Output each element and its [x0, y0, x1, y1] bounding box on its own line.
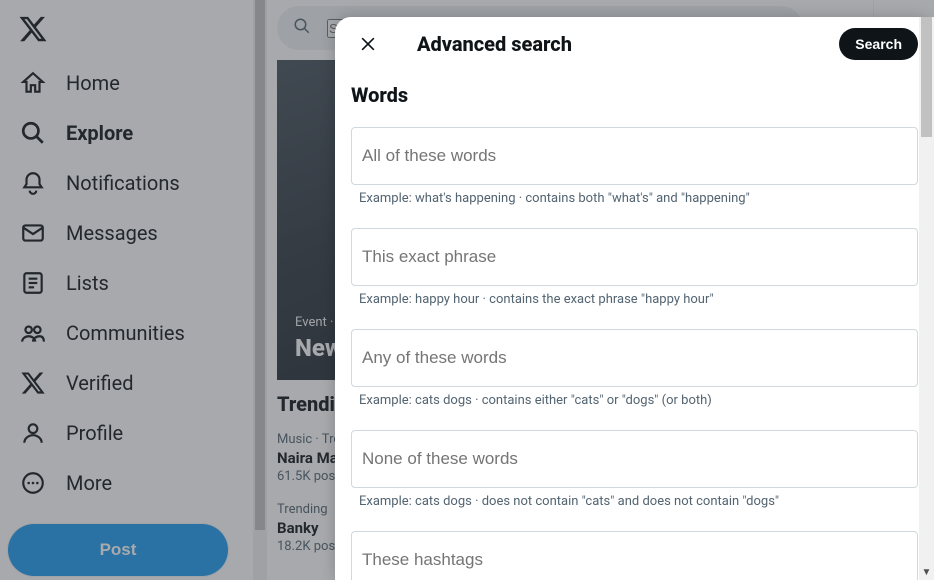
all-words-hint: Example: what's happening · contains bot… [351, 191, 918, 206]
modal-title: Advanced search [417, 32, 807, 56]
exact-phrase-hint: Example: happy hour · contains the exact… [351, 292, 918, 307]
any-words-hint: Example: cats dogs · contains either "ca… [351, 393, 918, 408]
exact-phrase-field[interactable] [351, 228, 918, 286]
section-title: Words [351, 83, 918, 107]
hashtags-input[interactable] [362, 550, 907, 570]
scroll-down-icon[interactable]: ▼ [919, 565, 934, 580]
any-words-field[interactable] [351, 329, 918, 387]
modal-scrollbar[interactable]: ▼ [919, 17, 934, 580]
exact-phrase-input[interactable] [362, 247, 907, 267]
close-icon [358, 34, 378, 54]
none-words-hint: Example: cats dogs · does not contain "c… [351, 494, 918, 509]
all-words-input[interactable] [362, 146, 907, 166]
none-words-field[interactable] [351, 430, 918, 488]
scrollbar-thumb[interactable] [921, 17, 932, 137]
modal-header: Advanced search Search [335, 17, 934, 71]
modal-body: Words Example: what's happening · contai… [335, 71, 934, 580]
any-words-input[interactable] [362, 348, 907, 368]
close-button[interactable] [351, 27, 385, 61]
app-root: Home Explore Notifications Messages List… [0, 0, 934, 580]
all-words-field[interactable] [351, 127, 918, 185]
search-button[interactable]: Search [839, 28, 918, 60]
none-words-input[interactable] [362, 449, 907, 469]
advanced-search-modal: Advanced search Search Words Example: wh… [335, 17, 934, 580]
hashtags-field[interactable] [351, 531, 918, 580]
